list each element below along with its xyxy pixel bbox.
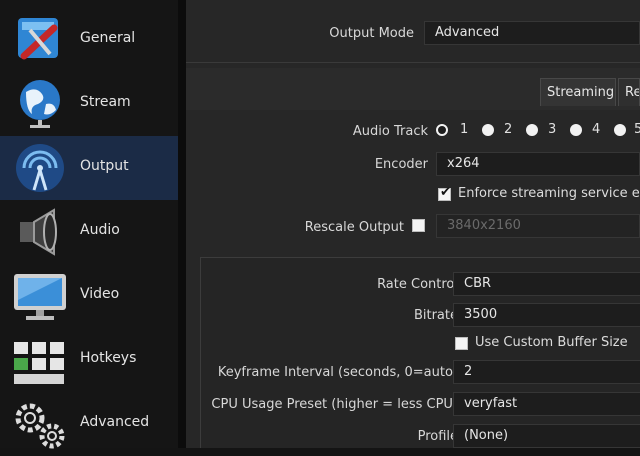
rate-control-select[interactable]: CBR [453,272,640,296]
sidebar-item-advanced[interactable]: Advanced [0,392,178,456]
tab-streaming[interactable]: Streaming [540,78,616,106]
encoder-settings-group: Rate Control CBR Bitrate 3500 Use Custom… [200,257,640,448]
rescale-resolution-field[interactable]: 3840x2160 [436,214,640,238]
tab-recording[interactable]: Re [618,78,640,106]
sidebar-item-label: General [80,30,136,46]
keyframe-interval-label: Keyframe Interval (seconds, 0=auto) [217,365,458,380]
bitrate-input[interactable]: 3500 [453,303,640,327]
sidebar-item-video[interactable]: Video [0,264,178,328]
tab-bar: Streaming Re [186,68,640,110]
monitor-icon [14,274,66,320]
output-mode-label: Output Mode [329,26,414,41]
keyframe-interval-input[interactable]: 2 [453,360,640,384]
gears-icon [15,403,65,449]
output-settings-panel: Output Mode Advanced Streaming Re Audio … [186,0,640,448]
rescale-checkbox[interactable] [412,219,425,232]
sidebar-item-label: Hotkeys [80,350,137,366]
rate-control-label: Rate Control [377,277,458,292]
section-separator [186,62,640,63]
bitrate-label: Bitrate [413,308,458,323]
sidebar-item-label: Output [80,158,129,174]
audio-track-option-label: 2 [504,122,513,137]
rescale-label: Rescale Output [304,220,404,235]
sidebar-item-label: Stream [80,94,131,110]
sidebar-item-label: Audio [80,222,120,238]
encoder-label: Encoder [374,157,428,172]
sidebar-item-label: Video [80,286,120,302]
speaker-icon [20,208,57,256]
cpu-preset-label: CPU Usage Preset (higher = less CPU) [211,397,458,412]
check-icon: ✔ [440,185,451,200]
globe-icon [20,80,60,128]
profile-label: Profile [417,429,458,444]
sidebar-item-label: Advanced [80,414,150,430]
audio-track-radio-5[interactable] [614,124,626,136]
audio-track-radio-2[interactable] [482,124,494,136]
enforce-label: Enforce streaming service enc [458,186,640,201]
sidebar-item-stream[interactable]: Stream [0,72,178,136]
sidebar-item-audio[interactable]: Audio [0,200,178,264]
enforce-checkbox[interactable]: ✔ [438,185,451,201]
audio-track-radio-3[interactable] [526,124,538,136]
audio-track-radio-1[interactable] [436,124,448,136]
audio-track-option-label: 5 [634,122,640,137]
keyboard-icon [14,342,64,384]
sidebar-item-output[interactable]: Output [0,136,178,200]
custom-buffer-label: Use Custom Buffer Size [475,335,628,350]
audio-track-option-label: 1 [460,122,469,137]
settings-sidebar: General Stream Output Audio Video Hotkey… [0,0,178,449]
sidebar-item-hotkeys[interactable]: Hotkeys [0,328,178,392]
sidebar-item-general[interactable]: General [0,8,178,72]
audio-track-radio-4[interactable] [570,124,582,136]
audio-track-option-label: 3 [548,122,557,137]
profile-select[interactable]: (None) [453,424,640,448]
broadcast-icon [16,144,64,192]
cpu-preset-select[interactable]: veryfast [453,392,640,416]
custom-buffer-checkbox[interactable] [455,337,468,350]
audio-track-option-label: 4 [592,122,601,137]
output-mode-select[interactable]: Advanced [424,21,640,45]
panel-divider [178,0,186,448]
audio-track-label: Audio Track [352,124,428,139]
wrench-screwdriver-icon [18,18,58,60]
encoder-select[interactable]: x264 [436,152,640,176]
